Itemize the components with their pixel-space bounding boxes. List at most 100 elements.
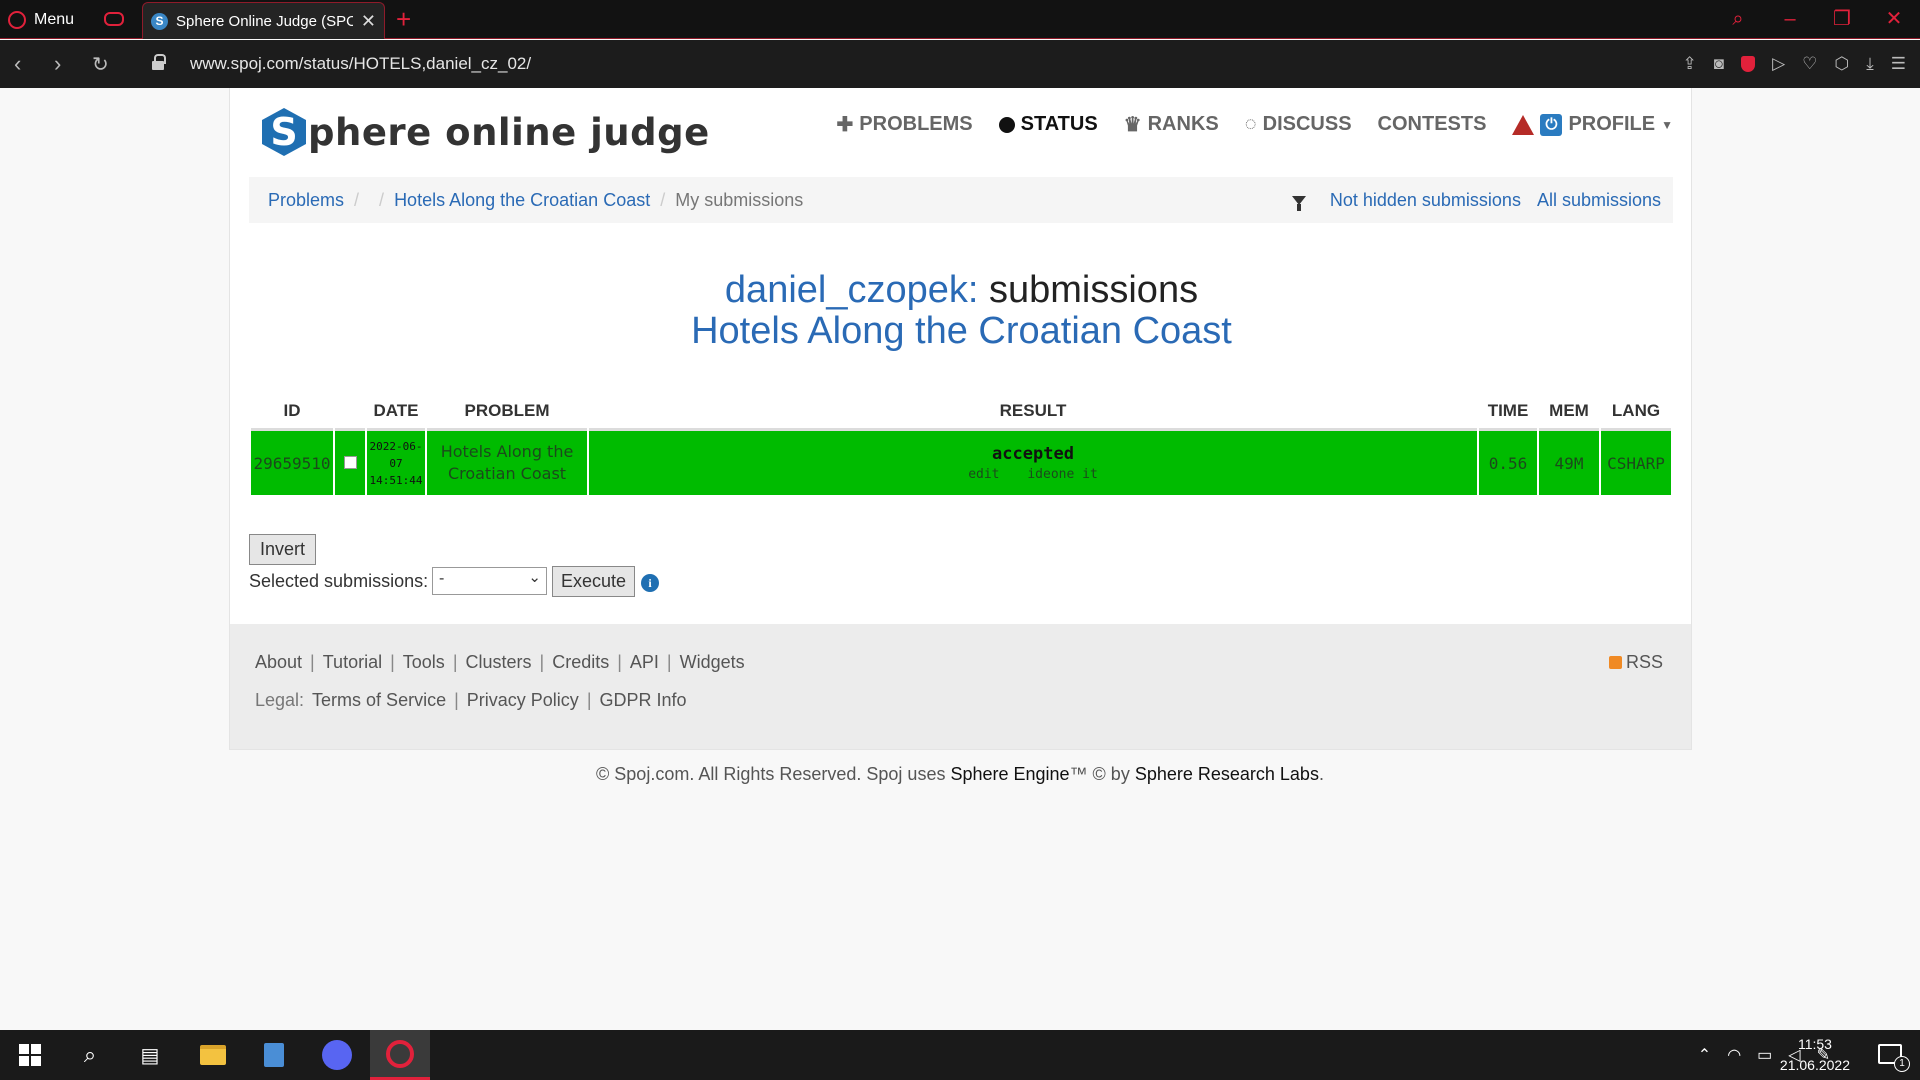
footer-divider: | <box>310 652 315 672</box>
url-field[interactable]: www.spoj.com/status/HOTELS,daniel_cz_02/ <box>190 40 531 88</box>
footer-tools[interactable]: Tools <box>403 652 445 673</box>
start-button[interactable] <box>0 1030 60 1080</box>
task-view-icon[interactable]: ▤ <box>120 1030 180 1080</box>
breadcrumb-problems[interactable]: Problems <box>268 177 344 223</box>
wifi-icon[interactable]: ◠ <box>1727 1045 1741 1065</box>
calculator-icon[interactable] <box>244 1030 304 1080</box>
main-nav: ✚ PROBLEMS STATUS ♛ RANKS ◌ DISCUSS CONT… <box>837 112 1673 137</box>
cube-icon[interactable]: ⬡ <box>1834 54 1849 74</box>
execute-button[interactable]: Execute <box>552 566 635 597</box>
nav-contests[interactable]: CONTESTS <box>1378 113 1487 136</box>
breadcrumb-current: My submissions <box>675 190 804 210</box>
taskbar: ⌕ ▤ ⌃ ◠ ▭ ◁ ✎ 11:53 21.06.2022 1 <box>0 1030 1920 1080</box>
easy-setup-icon[interactable]: ☰ <box>1891 54 1906 74</box>
col-id: ID <box>251 393 333 431</box>
problem-title-link[interactable]: Hotels Along the Croatian Coast <box>230 311 1693 352</box>
footer-legal: Legal: Terms of Service | Privacy Policy |… <box>255 690 687 711</box>
nav-status[interactable]: STATUS <box>998 113 1098 136</box>
nav-discuss-label: DISCUSS <box>1262 113 1352 135</box>
browser-toolbar: ⇪ ◙ ▷ ♡ ⬡ ⤓ ☰ <box>1683 40 1906 88</box>
submissions-table: ID DATE PROBLEM RESULT TIME MEM LANG 296… <box>249 393 1673 495</box>
ideone-link[interactable]: ideone it <box>1027 467 1097 482</box>
rss-label: RSS <box>1625 652 1663 672</box>
row-checkbox[interactable] <box>343 455 357 469</box>
search-tabs-icon[interactable]: ⌕ <box>1712 0 1764 39</box>
content-container: S phere online judge ✚ PROBLEMS STATUS ♛… <box>229 88 1692 750</box>
nav-discuss[interactable]: ◌ DISCUSS <box>1245 113 1352 136</box>
minimize-icon[interactable]: – <box>1764 0 1816 39</box>
close-window-icon[interactable]: ✕ <box>1868 0 1920 39</box>
footer-tutorial[interactable]: Tutorial <box>323 652 382 673</box>
gdpr-link[interactable]: GDPR Info <box>600 690 687 711</box>
footer-divider: | <box>539 652 545 672</box>
battery-icon[interactable]: ▭ <box>1757 1045 1772 1065</box>
privacy-link[interactable]: Privacy Policy <box>467 690 579 711</box>
nav-problems[interactable]: ✚ PROBLEMS <box>837 112 973 137</box>
col-lang: LANG <box>1601 393 1671 431</box>
nav-profile[interactable]: ⏻ PROFILE ▼ <box>1512 113 1673 136</box>
not-hidden-submissions-link[interactable]: Not hidden submissions <box>1330 177 1521 223</box>
site-logo[interactable]: S phere online judge <box>262 108 710 156</box>
menu-label: Menu <box>34 10 75 28</box>
opera-logo-icon <box>8 10 26 29</box>
snapshot-icon[interactable]: ◙ <box>1714 54 1724 74</box>
search-icon[interactable]: ⌕ <box>60 1030 120 1080</box>
clock[interactable]: 11:53 21.06.2022 <box>1780 1034 1850 1076</box>
logo-text: phere online judge <box>308 110 710 154</box>
discord-icon[interactable] <box>307 1030 367 1080</box>
submission-problem[interactable]: Hotels Along the Croatian Coast <box>427 431 587 495</box>
submission-id: 29659510 <box>251 431 333 495</box>
warning-icon[interactable] <box>1512 114 1535 135</box>
submission-mem: 49M <box>1539 431 1599 495</box>
submission-date-day: 2022-06-07 <box>369 439 423 470</box>
gamepad-icon[interactable] <box>104 12 124 26</box>
reload-icon[interactable]: ↻ <box>92 52 109 77</box>
footer-widgets[interactable]: Widgets <box>680 652 745 673</box>
footer-about[interactable]: About <box>255 652 302 673</box>
selected-action-select[interactable]: - <box>432 567 547 595</box>
power-icon: ⏻ <box>1540 113 1563 136</box>
copyright: © Spoj.com. All Rights Reserved. Spoj us… <box>0 764 1920 785</box>
send-icon[interactable]: ▷ <box>1772 54 1785 74</box>
opera-menu-button[interactable]: Menu <box>8 0 74 39</box>
rss-link[interactable]: RSS <box>1608 652 1663 673</box>
submission-result: accepted edit ideone it <box>589 431 1477 495</box>
back-icon[interactable]: ‹ <box>14 51 21 77</box>
lock-icon[interactable] <box>152 54 166 70</box>
title-suffix: submissions <box>989 269 1199 311</box>
forward-icon[interactable]: › <box>54 51 61 77</box>
table-header: ID DATE PROBLEM RESULT TIME MEM LANG <box>251 393 1671 431</box>
all-submissions-link[interactable]: All submissions <box>1537 177 1661 223</box>
nav-ranks[interactable]: ♛ RANKS <box>1124 112 1219 137</box>
user-link[interactable]: daniel_czopek: <box>725 269 979 311</box>
nav-profile-label: PROFILE <box>1568 113 1656 135</box>
logo-mark: S <box>262 108 306 156</box>
file-explorer-icon[interactable] <box>183 1030 243 1080</box>
restore-icon[interactable]: ❐ <box>1816 0 1868 39</box>
edit-link[interactable]: edit <box>968 467 999 482</box>
download-icon[interactable]: ⤓ <box>1866 54 1874 74</box>
col-date: DATE <box>367 393 425 431</box>
footer-divider: | <box>586 690 592 710</box>
trophy-icon: ♛ <box>1123 114 1142 136</box>
chevron-up-icon[interactable]: ⌃ <box>1698 1045 1711 1065</box>
info-icon[interactable]: i <box>641 574 659 592</box>
share-icon[interactable]: ⇪ <box>1683 54 1697 74</box>
footer-clusters[interactable]: Clusters <box>466 652 532 673</box>
caret-down-icon: ▼ <box>1661 117 1673 132</box>
nav-problems-label: PROBLEMS <box>859 113 973 135</box>
sphere-research-labs-link[interactable]: Sphere Research Labs <box>1135 764 1319 784</box>
footer-credits[interactable]: Credits <box>552 652 609 673</box>
nav-ranks-label: RANKS <box>1147 113 1219 135</box>
adblock-shield-icon[interactable] <box>1741 56 1756 72</box>
opera-taskbar-icon[interactable] <box>370 1030 430 1080</box>
sphere-engine-link[interactable]: Sphere Engine <box>950 764 1069 784</box>
footer-api[interactable]: API <box>630 652 659 673</box>
terms-link[interactable]: Terms of Service <box>312 690 446 711</box>
heart-icon[interactable]: ♡ <box>1802 54 1817 74</box>
new-tab-icon[interactable]: + <box>396 4 411 35</box>
browser-tab-active[interactable]: S Sphere Online Judge (SPOJ) ✕ <box>142 2 385 39</box>
breadcrumb-problem[interactable]: Hotels Along the Croatian Coast <box>394 177 650 223</box>
tab-close-icon[interactable]: ✕ <box>361 11 376 32</box>
invert-button[interactable]: Invert <box>249 534 316 565</box>
